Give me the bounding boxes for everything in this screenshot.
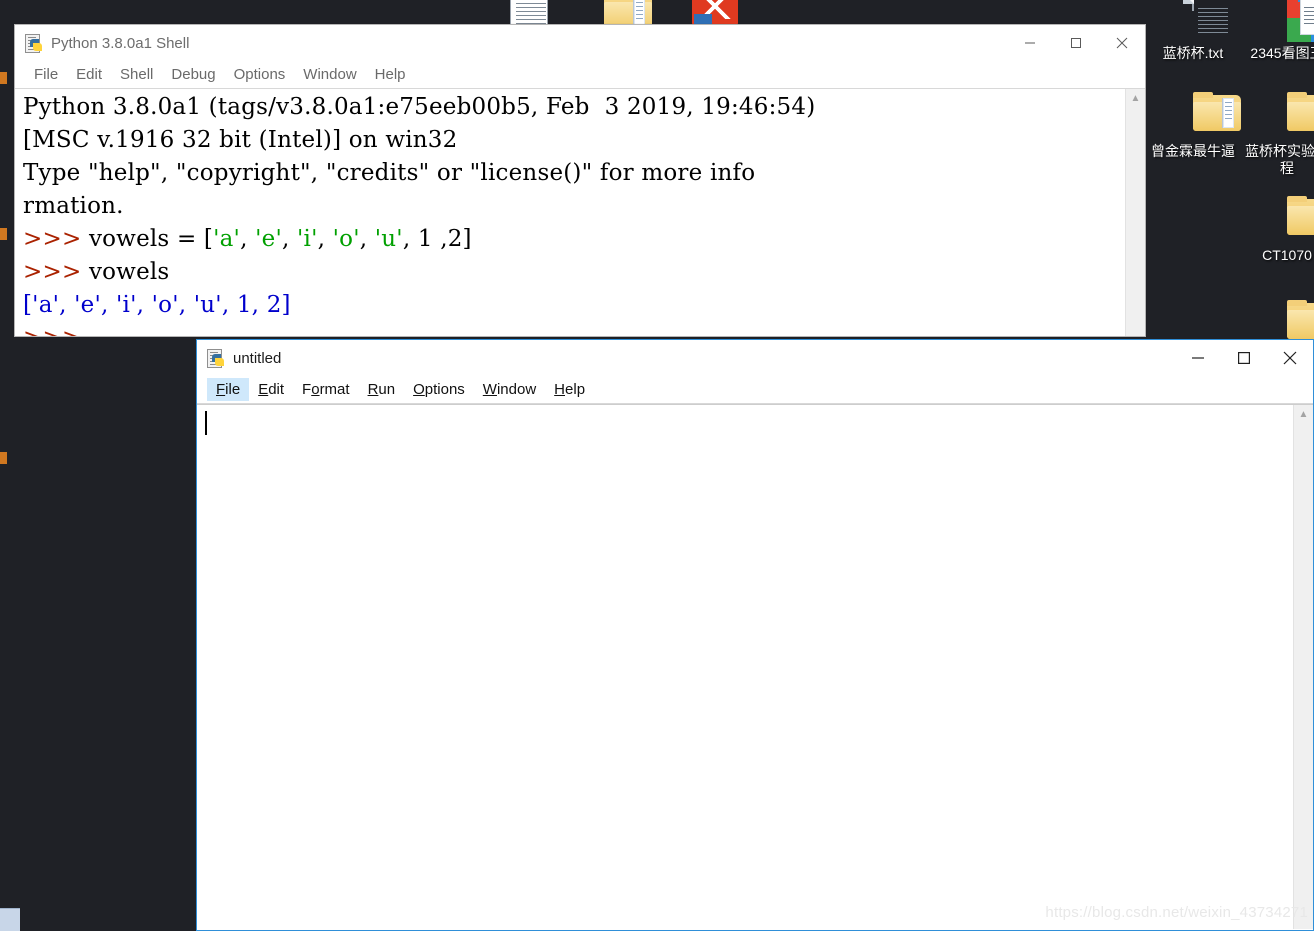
desktop-icon-app-2345[interactable]: 2345看图王 — [1241, 0, 1314, 62]
editor-menu-file[interactable]: File — [207, 378, 250, 401]
image-viewer-icon — [1263, 0, 1314, 42]
shell-line: ['a', 'e', 'i', 'o', 'u', 1, 2] — [23, 289, 1119, 322]
desktop-icon-fragment — [0, 452, 7, 464]
shell-segment-plain: , — [359, 226, 375, 252]
shell-segment-prompt: >>> — [23, 325, 89, 336]
shell-menubar[interactable]: File Edit Shell Debug Options Window Hel… — [15, 61, 1145, 89]
shell-segment-plain: [MSC v.1916 32 bit (Intel)] on win32 — [23, 127, 458, 153]
shell-segment-string: 'u' — [374, 226, 403, 252]
python-idle-icon — [207, 349, 225, 368]
desktop-icon-label: CT1070 — [1262, 247, 1312, 263]
menu-edit[interactable]: Edit — [67, 63, 111, 86]
menu-shell[interactable]: Shell — [111, 63, 162, 86]
shell-segment-output: ['a', 'e', 'i', 'o', 'u', 1, 2] — [23, 292, 291, 318]
desktop-icon-lanqiaobei-txt[interactable]: 蓝桥杯.txt — [1147, 0, 1239, 62]
shell-titlebar[interactable]: Python 3.8.0a1 Shell — [15, 25, 1145, 61]
menu-window[interactable]: Window — [294, 63, 365, 86]
shell-segment-plain: rmation. — [23, 193, 124, 219]
taskbar-fragment — [0, 908, 20, 931]
editor-titlebar[interactable]: untitled — [197, 340, 1313, 376]
desktop-icon-folder-lanqiaobei-shiyan[interactable]: 蓝桥杯实验教程 — [1241, 92, 1314, 177]
shell-segment-string: 'i' — [297, 226, 318, 252]
shell-line: Type "help", "copyright", "credits" or "… — [23, 157, 1119, 190]
shell-line: rmation. — [23, 190, 1119, 223]
shell-segment-plain: , — [281, 226, 297, 252]
shell-window-controls — [1007, 25, 1145, 61]
minimize-button[interactable] — [1175, 340, 1221, 376]
shell-segment-string: 'e' — [255, 226, 282, 252]
folder-icon — [1169, 92, 1241, 140]
close-button[interactable] — [1099, 25, 1145, 61]
text-caret — [205, 411, 207, 435]
shell-segment-string: 'o' — [332, 226, 360, 252]
shell-line: >>> — [23, 322, 1119, 336]
python-shell-window[interactable]: Python 3.8.0a1 Shell File Edit Shell Deb… — [14, 24, 1146, 337]
shell-line: >>> vowels — [23, 256, 1119, 289]
desktop-screen: 蓝桥杯.txt 2345看图王 曾金霖最牛逼 — [0, 0, 1314, 931]
editor-menu-window[interactable]: Window — [474, 378, 545, 401]
folder-icon — [1263, 196, 1314, 244]
minimize-button[interactable] — [1007, 25, 1053, 61]
text-document-icon — [1169, 0, 1228, 42]
menu-options[interactable]: Options — [225, 63, 295, 86]
editor-menu-options[interactable]: Options — [404, 378, 474, 401]
shell-title: Python 3.8.0a1 Shell — [51, 34, 190, 52]
editor-vertical-scrollbar[interactable]: ▲ — [1293, 405, 1313, 929]
editor-menu-run[interactable]: Run — [359, 378, 405, 401]
shell-console-text: Python 3.8.0a1 (tags/v3.8.0a1:e75eeb00b5… — [23, 91, 1119, 336]
desktop-icon-label: 蓝桥杯.txt — [1162, 45, 1224, 61]
shell-vertical-scrollbar[interactable]: ▲ — [1125, 89, 1145, 336]
editor-menu-format[interactable]: Format — [293, 378, 359, 401]
editor-menu-edit[interactable]: Edit — [249, 378, 293, 401]
desktop-icon-label: 蓝桥杯实验教程 — [1245, 143, 1314, 176]
shell-segment-plain: vowels = [ — [88, 226, 214, 252]
shell-segment-string: 'a' — [213, 226, 241, 252]
csdn-watermark: https://blog.csdn.net/weixin_43734271 — [1045, 904, 1308, 921]
shell-line: >>> vowels = ['a', 'e', 'i', 'o', 'u', 1… — [23, 223, 1119, 256]
menu-help[interactable]: Help — [366, 63, 415, 86]
menu-debug[interactable]: Debug — [162, 63, 224, 86]
desktop-icon-folder-ct1070[interactable]: CT1070 — [1241, 196, 1314, 264]
maximize-button[interactable] — [1053, 25, 1099, 61]
desktop-icon-fragment — [0, 72, 7, 84]
shell-segment-plain: Python 3.8.0a1 (tags/v3.8.0a1:e75eeb00b5… — [23, 94, 816, 120]
scroll-up-arrow[interactable]: ▲ — [1294, 405, 1313, 423]
shell-segment-plain: , — [317, 226, 333, 252]
python-idle-icon — [25, 34, 43, 53]
shell-segment-prompt: >>> — [23, 226, 89, 252]
shell-segment-plain: , 1 ,2] — [402, 226, 472, 252]
editor-window-controls — [1175, 340, 1313, 376]
editor-text-area[interactable]: ▲ — [197, 404, 1313, 929]
desktop-icon-fragment — [0, 228, 7, 240]
desktop-icon-label: 2345看图王 — [1250, 45, 1314, 61]
shell-segment-plain: Type "help", "copyright", "credits" or "… — [23, 160, 756, 186]
idle-editor-window[interactable]: untitled File Edit Format Run Options Window H… — [196, 339, 1314, 931]
shell-line: [MSC v.1916 32 bit (Intel)] on win32 — [23, 124, 1119, 157]
menu-file[interactable]: File — [25, 63, 67, 86]
desktop-icon-folder-zengjinlin[interactable]: 曾金霖最牛逼 — [1147, 92, 1241, 160]
editor-menubar[interactable]: File Edit Format Run Options Window Help — [197, 376, 1313, 404]
shell-segment-plain: vowels — [88, 259, 170, 285]
editor-title: untitled — [233, 349, 282, 367]
desktop-icon-label: 曾金霖最牛逼 — [1151, 143, 1235, 159]
maximize-button[interactable] — [1221, 340, 1267, 376]
shell-line: Python 3.8.0a1 (tags/v3.8.0a1:e75eeb00b5… — [23, 91, 1119, 124]
shell-segment-prompt: >>> — [23, 259, 89, 285]
close-button[interactable] — [1267, 340, 1313, 376]
shell-output-area[interactable]: Python 3.8.0a1 (tags/v3.8.0a1:e75eeb00b5… — [15, 89, 1145, 336]
folder-icon — [1263, 92, 1314, 140]
editor-menu-help[interactable]: Help — [545, 378, 594, 401]
scroll-up-arrow[interactable]: ▲ — [1126, 89, 1145, 107]
shell-segment-plain: , — [240, 226, 256, 252]
